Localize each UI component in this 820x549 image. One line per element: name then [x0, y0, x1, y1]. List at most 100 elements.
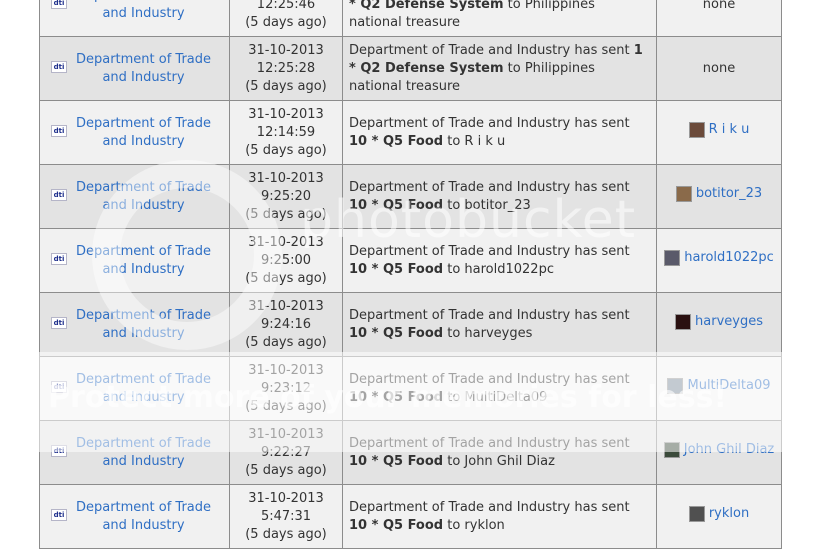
timestamp-ago: (5 days ago) [245, 334, 327, 350]
timestamp-date: 31-10-2013 [248, 490, 324, 506]
sender-link[interactable]: Department of Trade and Industry [76, 372, 211, 405]
avatar[interactable] [688, 122, 705, 138]
donation-log-body: dti Department of Trade and Industry 31-10… [39, 0, 782, 549]
timestamp-time: 9:25:20 [260, 188, 312, 204]
sender-link[interactable]: Department of Trade and Industry [76, 0, 211, 21]
flag-icon: dti [51, 125, 67, 137]
avatar[interactable] [675, 314, 692, 330]
timestamp-time: 9:23:12 [260, 380, 312, 396]
timestamp-time: 12:25:28 [256, 60, 316, 76]
message-item: 10 * Q5 Food [349, 133, 444, 149]
sender-link[interactable]: Department of Trade and Industry [76, 244, 211, 277]
sender-cell: dti Department of Trade and Industry [39, 484, 230, 549]
timestamp-cell: 31-10-2013 12:14:59 (5 days ago) [229, 100, 343, 165]
recipient-link[interactable]: John Ghil Diaz [684, 441, 774, 459]
message-item: 10 * Q5 Food [349, 517, 444, 533]
message-item: 10 * Q5 Food [349, 325, 444, 341]
message-cell: Department of Trade and Industry has sen… [342, 420, 657, 485]
sender-cell: dti Department of Trade and Industry [39, 36, 230, 101]
recipient-link[interactable]: R i k u [709, 121, 750, 139]
timestamp-time: 5:47:31 [260, 508, 312, 524]
message-item: 10 * Q5 Food [349, 261, 444, 277]
recipient-cell: harold1022pc [656, 228, 782, 293]
recipient-link[interactable]: MultiDelta09 [687, 377, 770, 395]
recipient-cell: ryklon [656, 484, 782, 549]
recipient-link[interactable]: botitor_23 [696, 185, 762, 203]
recipient-cell: botitor_23 [656, 164, 782, 229]
sender-cell: dti Department of Trade and Industry [39, 0, 230, 37]
flag-icon: dti [51, 253, 67, 265]
sender-link[interactable]: Department of Trade and Industry [76, 500, 211, 533]
timestamp-cell: 31-10-2013 9:25:20 (5 days ago) [229, 164, 343, 229]
log-row: dti Department of Trade and Industry 31-10… [39, 100, 782, 165]
recipient-none: none [702, 60, 736, 76]
message-cell: Department of Trade and Industry has sen… [342, 484, 657, 549]
sender-cell: dti Department of Trade and Industry [39, 420, 230, 485]
recipient-cell: harveyges [656, 292, 782, 357]
message-prefix: Department of Trade and Industry has sen… [349, 307, 630, 323]
sender-link[interactable]: Department of Trade and Industry [76, 116, 211, 149]
sender-link[interactable]: Department of Trade and Industry [76, 436, 211, 469]
recipient-cell: R i k u [656, 100, 782, 165]
sender-cell: dti Department of Trade and Industry [39, 356, 230, 421]
log-row: dtiDepartment of Trade and Industry 31-10… [39, 420, 782, 485]
message-prefix: Department of Trade and Industry has sen… [349, 435, 630, 451]
timestamp-time: 12:14:59 [256, 124, 316, 140]
message-prefix: Department of Trade and Industry has sen… [349, 499, 630, 515]
sender-cell: dti Department of Trade and Industry [39, 100, 230, 165]
log-row: dtiDepartment of Trade and Industry31-10… [39, 292, 782, 357]
message-prefix: Department of Trade and Industry has sen… [349, 243, 630, 259]
message-suffix: to John Ghil Diaz [443, 453, 555, 469]
message-suffix: to R i k u [443, 133, 506, 149]
avatar[interactable] [663, 442, 680, 458]
avatar[interactable] [667, 378, 684, 394]
message-prefix: Department of Trade and Industry has sen… [349, 371, 630, 387]
log-row: dtiDepartment of Trade and Industry31-10… [39, 356, 782, 421]
recipient-cell: John Ghil Diaz [656, 420, 782, 485]
flag-icon: dti [51, 189, 67, 201]
log-row: dtiDepartment of Trade and Industry31-10… [39, 0, 782, 37]
log-row: dti Department of Trade and Industry 31-10… [39, 164, 782, 229]
message-suffix: to botitor_23 [443, 197, 531, 213]
avatar[interactable] [688, 506, 705, 522]
message-cell: Department of Trade and Industry has sen… [342, 36, 657, 101]
sender-link[interactable]: Department of Trade and Industry [76, 180, 211, 213]
message-cell: Department of Trade and Industry has sen… [342, 0, 657, 37]
sender-link[interactable]: Department of Trade and Industry [76, 52, 211, 85]
timestamp-date: 31-10-2013 [248, 234, 324, 250]
message-item: 10 * Q5 Food [349, 389, 444, 405]
recipient-link[interactable]: harveyges [695, 313, 763, 331]
recipient-link[interactable]: ryklon [709, 505, 749, 523]
log-row: dtiDepartment of Trade and Industry31-10… [39, 36, 782, 101]
timestamp-time: 12:25:46 [256, 0, 316, 12]
recipient-link[interactable]: harold1022pc [684, 249, 774, 267]
timestamp-cell: 31-10-2013 5:47:31 (5 days ago) [229, 484, 343, 549]
log-row: dti Department of Trade and Industry 31-10… [39, 484, 782, 549]
flag-icon: dti [51, 0, 67, 9]
sender-cell: dti Department of Trade and Industry [39, 164, 230, 229]
message-item: 10 * Q5 Food [349, 453, 444, 469]
timestamp-ago: (5 days ago) [245, 526, 327, 542]
flag-icon: dti [51, 509, 67, 521]
timestamp-ago: (5 days ago) [245, 398, 327, 414]
timestamp-date: 31-10-2013 [248, 362, 324, 378]
avatar[interactable] [664, 250, 681, 266]
timestamp-ago: (5 days ago) [245, 462, 327, 478]
message-item: 1 * Q2 Defense System [349, 0, 504, 12]
timestamp-cell: 31-10-2013 9:24:16 (5 days ago) [229, 292, 343, 357]
timestamp-date: 31-10-2013 [248, 170, 324, 186]
recipient-none: none [702, 0, 736, 12]
donation-log-table: dti Department of Trade and Industry 31-10… [39, 0, 782, 549]
timestamp-cell: 31-10-2013 12:25:28 (5 days ago) [229, 36, 343, 101]
message-cell: Department of Trade and Industry has sen… [342, 228, 657, 293]
message-prefix: Department of Trade and Industry has sen… [349, 115, 630, 131]
avatar[interactable] [675, 186, 692, 202]
message-cell: Department of Trade and Industry has sen… [342, 356, 657, 421]
timestamp-date: 31-10-2013 [248, 426, 324, 442]
timestamp-ago: (5 days ago) [245, 206, 327, 222]
timestamp-cell: 31-10-2013 9:23:12 (5 days ago) [229, 356, 343, 421]
message-item: 10 * Q5 Food [349, 197, 444, 213]
sender-cell: dti Department of Trade and Industry [39, 228, 230, 293]
sender-link[interactable]: Department of Trade and Industry [76, 308, 211, 341]
timestamp-time: 9:24:16 [260, 316, 312, 332]
